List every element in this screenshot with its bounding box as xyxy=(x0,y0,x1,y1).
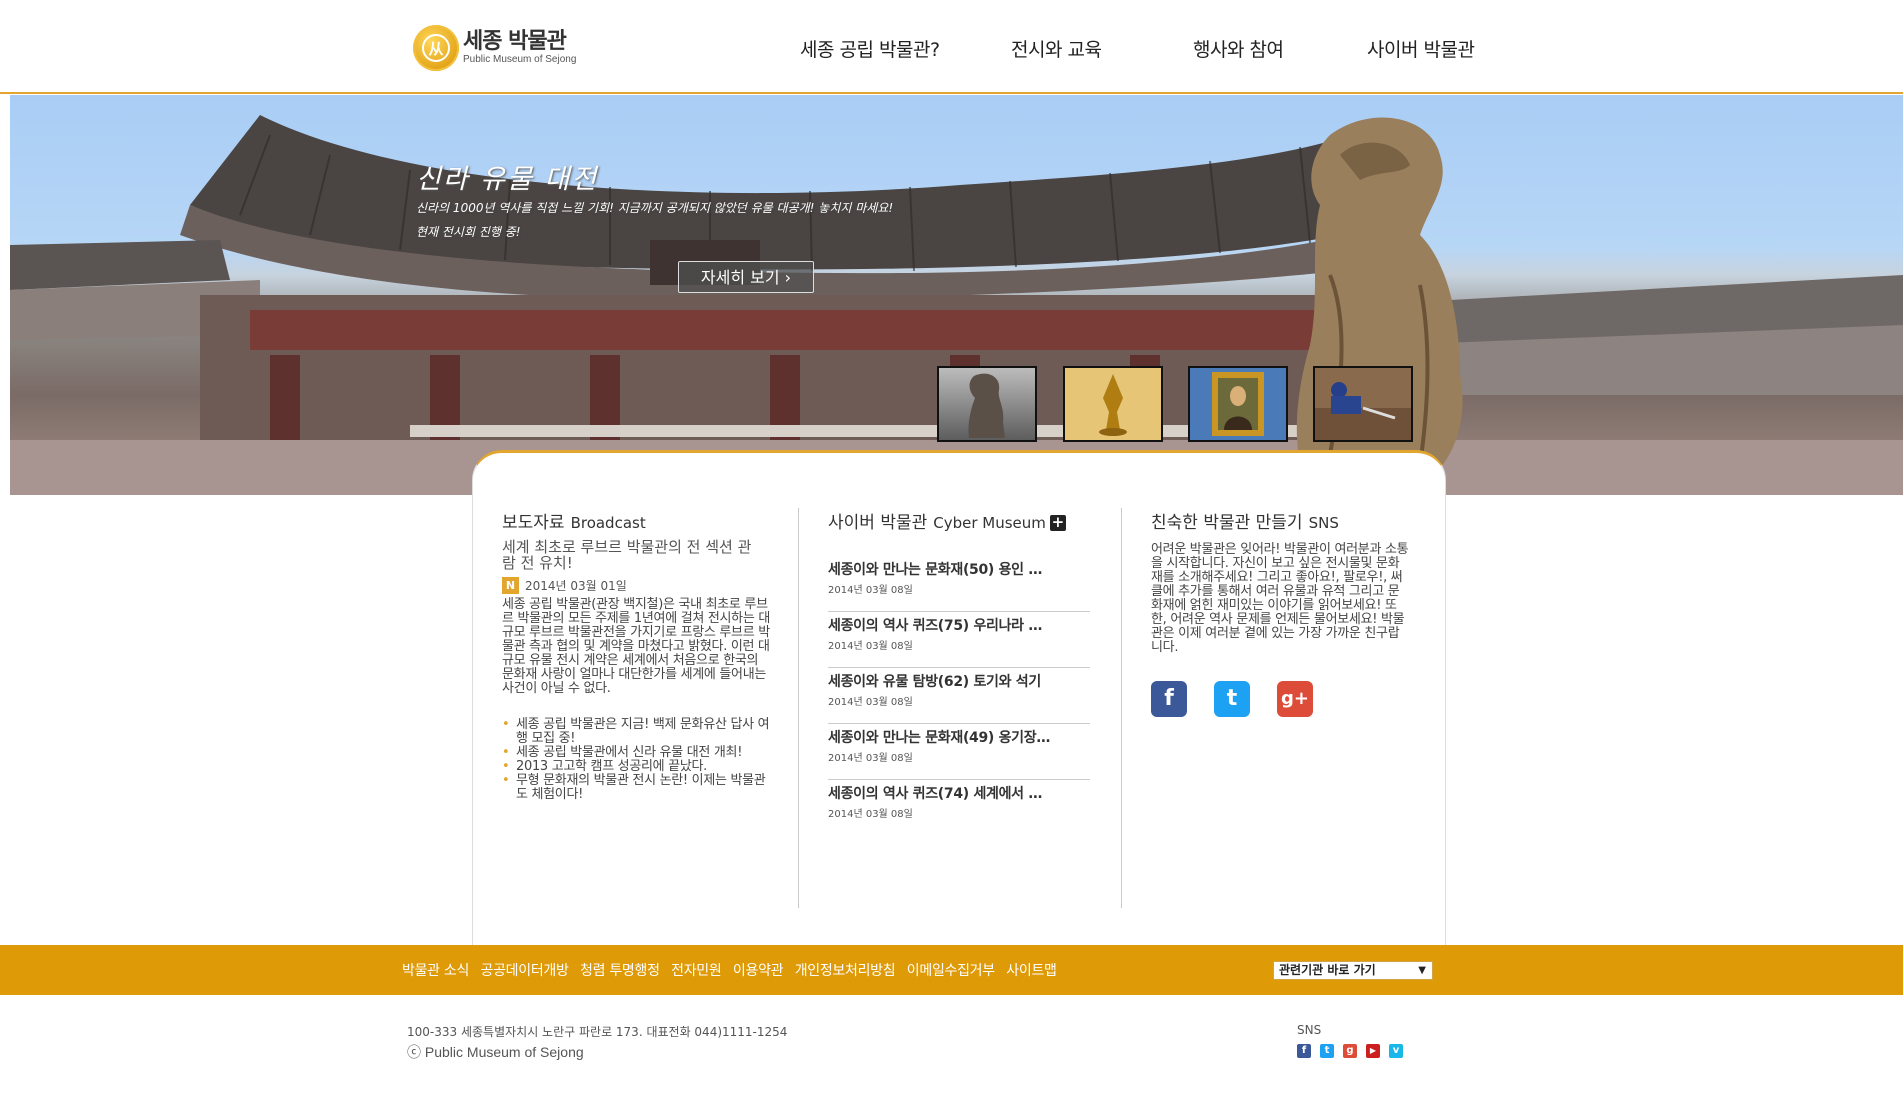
broadcast-section: 보도자료 Broadcast 세계 최초로 루브르 박물관의 전 섹션 관람 전 … xyxy=(502,508,772,802)
mona-lisa-icon xyxy=(1212,372,1264,436)
twitter-icon[interactable]: t xyxy=(1320,1044,1334,1058)
footer-copyright: ⓒ Public Museum of Sejong xyxy=(407,1044,584,1060)
news-date: N 2014년 03월 01일 xyxy=(502,577,772,594)
list-item[interactable]: 세종이의 역사 퀴즈(74) 세계에서 … 2014년 03월 08일 xyxy=(828,781,1090,836)
nav-exhibition-education[interactable]: 전시와 교육 xyxy=(1011,35,1102,62)
news-list-item[interactable]: 세종 공립 박물관은 지금! 백제 문화유산 답사 여행 모집 중! xyxy=(502,718,772,746)
hero-status: 현재 전시회 진행 중! xyxy=(416,225,521,239)
footer-links: 박물관 소식 공공데이터개방 청렴 투명행정 전자민원 이용약관 개인정보처리방… xyxy=(402,960,1064,980)
facebook-icon[interactable]: f xyxy=(1297,1044,1311,1058)
youtube-icon[interactable]: ▶ xyxy=(1366,1044,1380,1058)
column-divider xyxy=(798,508,799,908)
news-list-item[interactable]: 무형 문화재의 박물관 전시 논란! 이제는 박물관도 체험이다! xyxy=(502,774,772,802)
content-panel: 보도자료 Broadcast 세계 최초로 루브르 박물관의 전 섹션 관람 전 … xyxy=(472,450,1446,945)
list-item[interactable]: 세종이와 유물 탐방(62) 토기와 석기 2014년 03월 08일 xyxy=(828,669,1090,724)
footer-link-sitemap[interactable]: 사이트맵 xyxy=(1006,963,1057,979)
list-item[interactable]: 세종이와 만나는 문화재(49) 옹기장… 2014년 03월 08일 xyxy=(828,725,1090,780)
hero-banner: 신라 유물 대전 신라의 1000년 역사를 직접 느낄 기회! 지금까지 공개… xyxy=(10,95,1903,495)
footer-sns-label: SNS xyxy=(1297,1023,1322,1037)
related-sites-select[interactable]: 관련기관 바로 가기 ▼ xyxy=(1273,961,1433,980)
nav-about[interactable]: 세종 공립 박물관? xyxy=(800,35,940,62)
news-headline[interactable]: 세계 최초로 루브르 박물관의 전 섹션 관람 전 유치! xyxy=(502,539,762,571)
news-list-item[interactable]: 2013 고고학 캠프 성공리에 끝났다. xyxy=(502,760,772,775)
sns-section: 친숙한 박물관 만들기 SNS 어려운 박물관은 잊어라! 박물관이 여러분과 소… xyxy=(1151,508,1411,717)
thumbnail-lion-statue[interactable] xyxy=(937,366,1037,442)
site-header: 从 세종 박물관 Public Museum of Sejong 세종 공립 박… xyxy=(0,0,1903,94)
footer-link-open-data[interactable]: 공공데이터개방 xyxy=(481,963,569,979)
footer-link-privacy[interactable]: 개인정보처리방침 xyxy=(795,963,896,979)
logo-subtitle: Public Museum of Sejong xyxy=(463,54,577,65)
list-item[interactable]: 세종이의 역사 퀴즈(75) 우리나라 … 2014년 03월 08일 xyxy=(828,613,1090,668)
nav-events-participation[interactable]: 행사와 참여 xyxy=(1193,35,1284,62)
chevron-down-icon: ▼ xyxy=(1418,965,1426,976)
view-details-button[interactable]: 자세히 보기 › xyxy=(678,261,814,293)
thumbnail-mona-lisa[interactable] xyxy=(1188,366,1288,442)
vimeo-icon[interactable]: v xyxy=(1389,1044,1403,1058)
google-plus-icon[interactable]: g xyxy=(1343,1044,1357,1058)
thumbnail-gold-crown[interactable] xyxy=(1063,366,1163,442)
hero-title: 신라 유물 대전 xyxy=(416,164,599,195)
thumbnail-excavation[interactable] xyxy=(1313,366,1413,442)
excavation-icon xyxy=(1315,382,1411,440)
hero-description: 신라의 1000년 역사를 직접 느낄 기회! 지금까지 공개되지 않았던 유물… xyxy=(416,201,894,215)
gold-crown-icon xyxy=(1099,374,1127,436)
news-list: 세종 공립 박물관은 지금! 백제 문화유산 답사 여행 모집 중! 세종 공립… xyxy=(502,718,772,802)
twitter-icon[interactable]: t xyxy=(1214,681,1250,717)
footer-link-terms[interactable]: 이용약관 xyxy=(733,963,784,979)
lion-statue-icon xyxy=(968,373,1005,438)
sns-description: 어려운 박물관은 잊어라! 박물관이 여러분과 소통을 시작합니다. 자신이 보… xyxy=(1151,542,1409,655)
footer-link-transparency[interactable]: 청렴 투명행정 xyxy=(580,963,660,979)
column-divider xyxy=(1121,508,1122,908)
cyber-museum-title: 사이버 박물관 Cyber Museum + xyxy=(828,513,1066,533)
footer-link-email-refusal[interactable]: 이메일수집거부 xyxy=(907,963,995,979)
google-plus-icon[interactable]: g+ xyxy=(1277,681,1313,717)
nav-cyber-museum[interactable]: 사이버 박물관 xyxy=(1367,35,1475,62)
facebook-icon[interactable]: f xyxy=(1151,681,1187,717)
sns-title: 친숙한 박물관 만들기 SNS xyxy=(1151,513,1339,533)
footer-link-civil-service[interactable]: 전자민원 xyxy=(671,963,722,979)
cyber-museum-section: 사이버 박물관 Cyber Museum + 세종이와 만나는 문화재(50) 용인… xyxy=(828,508,1090,837)
cyber-list: 세종이와 만나는 문화재(50) 용인 … 2014년 03월 08일 세종이의… xyxy=(828,557,1090,836)
more-plus-icon[interactable]: + xyxy=(1049,515,1066,531)
logo-emblem-icon: 从 xyxy=(413,25,459,71)
footer-bar: 박물관 소식 공공데이터개방 청렴 투명행정 전자민원 이용약관 개인정보처리방… xyxy=(0,945,1903,995)
footer-sns-icons: f t g ▶ v xyxy=(1297,1044,1412,1058)
new-badge: N xyxy=(502,577,519,594)
news-body: 세종 공립 박물관(관장 백지철)은 국내 최초로 루브르 박물관의 모든 주제… xyxy=(502,597,770,696)
logo-title: 세종 박물관 xyxy=(463,29,567,54)
footer-link-news[interactable]: 박물관 소식 xyxy=(402,963,469,979)
site-logo[interactable]: 从 세종 박물관 Public Museum of Sejong xyxy=(413,24,576,72)
list-item[interactable]: 세종이와 만나는 문화재(50) 용인 … 2014년 03월 08일 xyxy=(828,557,1090,612)
news-list-item[interactable]: 세종 공립 박물관에서 신라 유물 대전 개최! xyxy=(502,746,772,761)
footer-address: 100-333 세종특별자치시 노란구 파란로 173. 대표전화 044)11… xyxy=(407,1025,788,1039)
sns-icon-row: f t g+ xyxy=(1151,681,1411,717)
broadcast-title: 보도자료 Broadcast xyxy=(502,513,646,533)
